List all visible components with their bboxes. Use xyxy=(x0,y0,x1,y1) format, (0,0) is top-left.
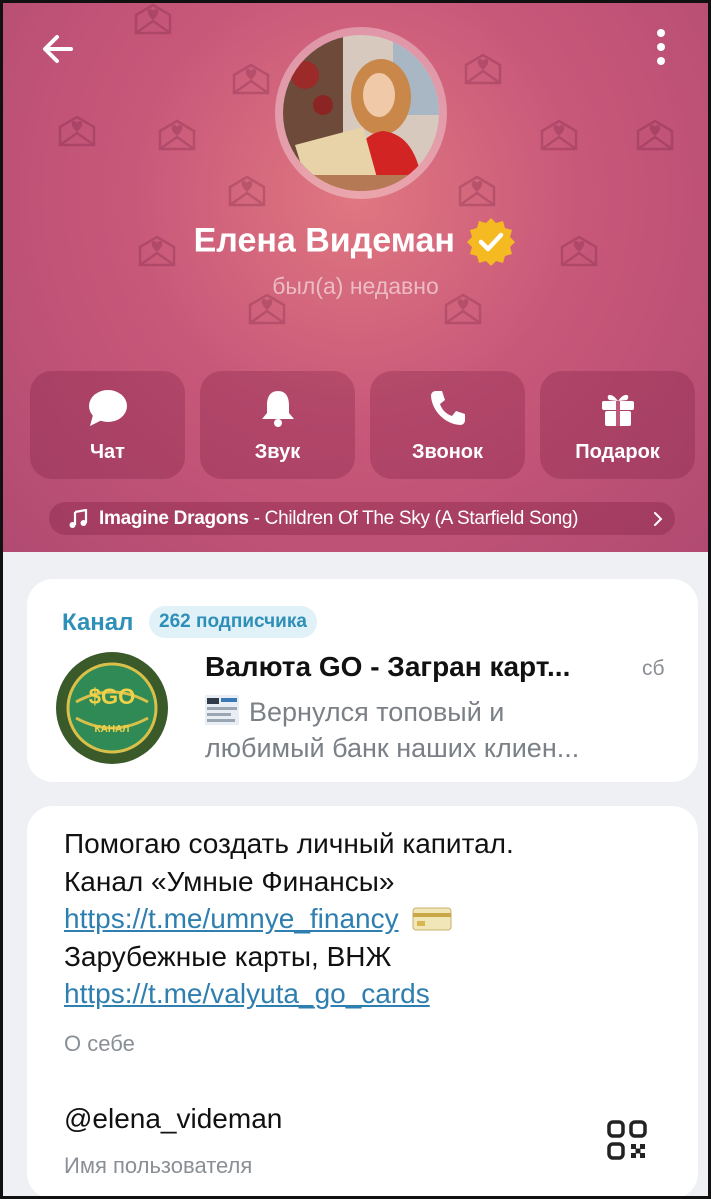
chevron-right-icon xyxy=(654,512,663,526)
gift-button[interactable]: Подарок xyxy=(540,371,695,479)
gift-icon xyxy=(602,394,634,426)
more-menu-button[interactable] xyxy=(643,25,679,69)
bio-line-2: Канал «Умные Финансы» xyxy=(64,866,395,897)
bio-field-label: О себе xyxy=(64,1031,135,1056)
profile-music-pill[interactable]: Imagine Dragons - Children Of The Sky (A… xyxy=(49,502,675,535)
call-button[interactable]: Звонок xyxy=(370,371,525,479)
envelope-heart-icon xyxy=(540,119,578,151)
sound-button-label: Звук xyxy=(254,441,301,463)
music-note-icon xyxy=(69,509,88,528)
envelope-heart-icon xyxy=(458,175,496,207)
credit-card-icon xyxy=(412,907,452,931)
chat-button-label: Чат xyxy=(90,441,125,463)
music-artist: Imagine Dragons xyxy=(99,508,249,529)
chat-button[interactable]: Чат xyxy=(30,371,185,479)
last-seen-status: был(а) недавно xyxy=(272,273,439,299)
channel-logo-text: КАНАЛ xyxy=(95,724,130,735)
channel-logo: $GO КАНАЛ xyxy=(56,652,168,764)
bio-link-valyuta-go-cards[interactable]: https://t.me/valyuta_go_cards xyxy=(64,978,430,1009)
personal-channel-card[interactable]: Канал 262 подписчика $GO КАНАЛ Валюта GO… xyxy=(27,579,698,782)
envelope-heart-icon xyxy=(58,115,96,147)
qr-code-icon xyxy=(607,1120,647,1160)
bio-line-5: https://t.me/valyuta_go_cards xyxy=(64,978,430,1010)
phone-icon xyxy=(431,391,465,425)
chat-bubble-icon xyxy=(89,390,127,426)
channel-section-title: Канал xyxy=(62,609,134,636)
envelope-heart-icon xyxy=(232,63,270,95)
avatar-photo xyxy=(283,35,439,191)
profile-screen: Елена Видеман был(а) недавно Чат Звук Зв… xyxy=(0,0,711,1199)
envelope-heart-icon xyxy=(134,3,172,35)
username[interactable]: @elena_videman xyxy=(64,1103,282,1135)
music-title: Children Of The Sky (A Starfield Song) xyxy=(264,508,579,529)
channel-message-text-1: Вернулся топовый и xyxy=(249,697,505,727)
message-thumbnail-icon xyxy=(205,695,239,725)
profile-name: Елена Видеман xyxy=(193,221,455,260)
back-button[interactable] xyxy=(37,27,81,71)
action-buttons: Чат Звук Звонок Подарок xyxy=(30,371,695,481)
envelope-heart-icon xyxy=(158,119,196,151)
profile-avatar[interactable] xyxy=(283,35,439,191)
about-card: Помогаю создать личный капитал. Канал «У… xyxy=(27,806,698,1196)
music-track: Imagine Dragons - Children Of The Sky (A… xyxy=(99,502,578,535)
more-vertical-icon xyxy=(657,29,665,65)
verified-badge-icon[interactable] xyxy=(465,215,517,267)
profile-header: Елена Видеман был(а) недавно Чат Звук Зв… xyxy=(3,3,708,552)
bell-icon xyxy=(262,391,294,427)
channel-logo-mark: $GO xyxy=(89,684,135,709)
envelope-heart-icon xyxy=(228,175,266,207)
bio-line-1: Помогаю создать личный капитал. xyxy=(64,828,514,859)
qr-code-button[interactable] xyxy=(605,1118,649,1162)
profile-name-row: Елена Видеман xyxy=(3,215,708,267)
call-button-label: Звонок xyxy=(411,441,484,463)
username-field-label: Имя пользователя xyxy=(64,1153,253,1178)
envelope-heart-icon xyxy=(464,53,502,85)
arrow-left-icon xyxy=(43,35,73,63)
sound-button[interactable]: Звук xyxy=(200,371,355,479)
channel-avatar[interactable]: $GO КАНАЛ xyxy=(56,652,168,764)
envelope-heart-icon xyxy=(636,119,674,151)
subscribers-badge: 262 подписчика xyxy=(149,606,317,638)
bio-link-umnye-financy[interactable]: https://t.me/umnye_financy xyxy=(64,903,399,934)
music-separator: - xyxy=(248,508,265,529)
channel-last-message-line2: любимый банк наших клиен... xyxy=(205,733,580,763)
channel-last-message-time: сб xyxy=(642,657,665,680)
bio-line-3: https://t.me/umnye_financy xyxy=(64,903,452,935)
bio-line-4: Зарубежные карты, ВНЖ xyxy=(64,941,392,972)
profile-avatar-ring xyxy=(275,27,447,199)
channel-last-message-line1: Вернулся топовый и xyxy=(205,695,504,728)
channel-name[interactable]: Валюта GO - Загран карт... xyxy=(205,651,570,683)
gift-button-label: Подарок xyxy=(575,441,660,463)
